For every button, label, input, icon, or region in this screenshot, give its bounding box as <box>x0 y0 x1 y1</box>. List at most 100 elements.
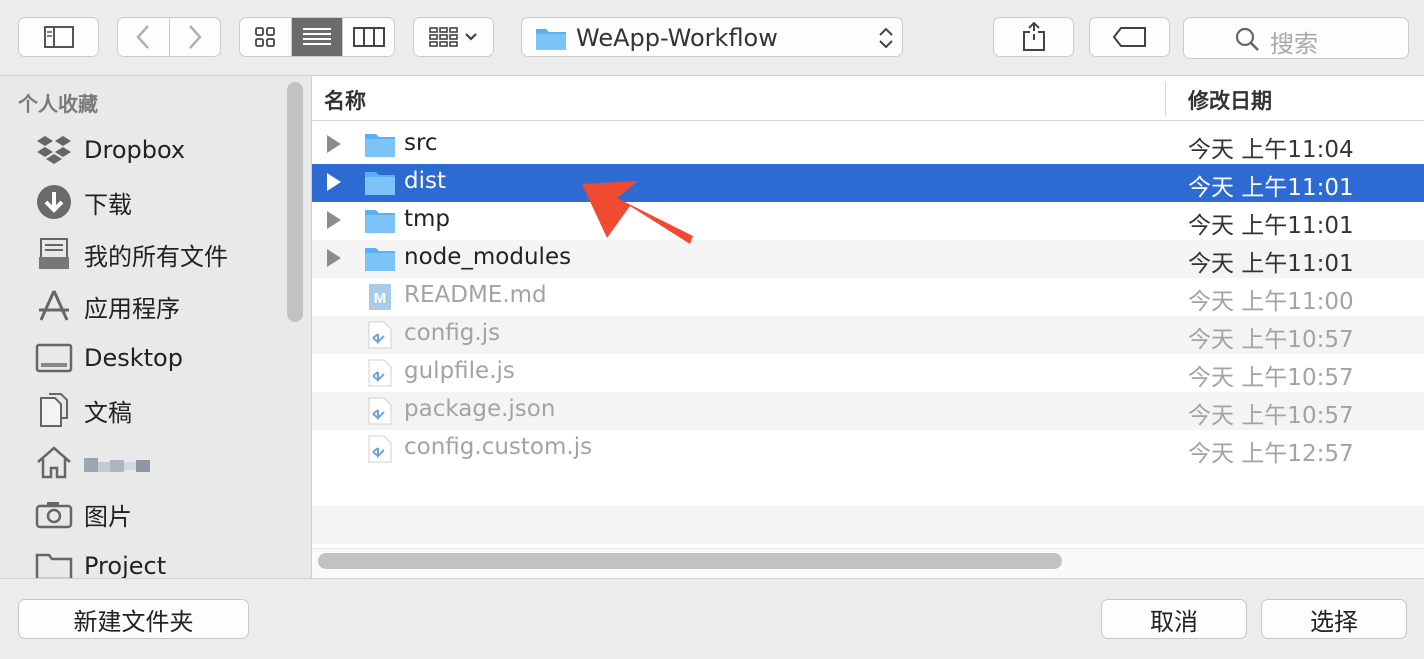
updown-chevron-icon <box>879 27 893 49</box>
forward-button[interactable] <box>170 18 221 56</box>
all-files-icon <box>34 234 74 274</box>
file-list: 名称 修改日期 src 今天 上午11:04 dist 今天 上午11:01 t… <box>312 76 1424 578</box>
download-icon <box>34 182 74 222</box>
view-mode-control <box>239 17 395 57</box>
file-name: src <box>404 130 438 156</box>
sidebar-item-applications[interactable]: 应用程序 <box>34 284 284 328</box>
column-view-button[interactable] <box>343 18 394 56</box>
home-icon <box>34 442 74 482</box>
column-header-name[interactable]: 名称 <box>324 85 366 115</box>
file-row-selected[interactable]: dist 今天 上午11:01 <box>312 164 1424 202</box>
file-name: README.md <box>404 282 547 308</box>
sidebar-item-label: 我的所有文件 <box>84 242 228 271</box>
file-date: 今天 上午11:00 <box>1188 289 1354 315</box>
camera-icon <box>34 494 74 534</box>
arrange-button[interactable] <box>413 17 494 57</box>
search-field[interactable]: 搜索 <box>1183 17 1409 59</box>
file-name: node_modules <box>404 244 572 270</box>
new-folder-button[interactable]: 新建文件夹 <box>18 599 249 639</box>
grid-icon <box>255 27 276 47</box>
toolbar: WeApp-Workflow 搜索 <box>0 0 1424 76</box>
horizontal-scrollbar[interactable] <box>318 553 1062 569</box>
folder-icon <box>34 546 74 578</box>
vscode-file-icon <box>368 359 392 387</box>
vscode-file-icon <box>368 435 392 463</box>
column-header: 名称 修改日期 <box>312 76 1424 121</box>
folder-icon <box>365 210 395 233</box>
sidebar-toggle-button[interactable] <box>18 17 99 57</box>
icon-view-button[interactable] <box>240 18 292 56</box>
cancel-button[interactable]: 取消 <box>1101 599 1247 639</box>
path-selector[interactable]: WeApp-Workflow <box>521 17 903 57</box>
file-name: config.js <box>404 320 501 346</box>
sidebar-item-documents[interactable]: 文稿 <box>34 388 284 432</box>
back-button[interactable] <box>118 18 170 56</box>
disclosure-triangle-icon[interactable] <box>327 173 341 191</box>
sidebar-icon <box>43 26 74 48</box>
sidebar-item-all-files[interactable]: 我的所有文件 <box>34 232 284 276</box>
file-row[interactable]: node_modules 今天 上午11:01 <box>312 240 1424 278</box>
sidebar-item-label: Desktop <box>84 344 183 372</box>
file-row[interactable]: gulpfile.js 今天 上午10:57 <box>312 354 1424 392</box>
sidebar-item-label: 图片 <box>84 502 132 531</box>
column-header-date[interactable]: 修改日期 <box>1188 85 1272 115</box>
sidebar-item-label: Dropbox <box>84 136 186 164</box>
sidebar-section-title: 个人收藏 <box>18 92 98 116</box>
vscode-file-icon <box>368 397 392 425</box>
file-row[interactable]: package.json 今天 上午10:57 <box>312 392 1424 430</box>
disclosure-triangle-icon[interactable] <box>327 211 341 229</box>
file-date: 今天 上午10:57 <box>1188 403 1354 429</box>
sidebar-item-pictures[interactable]: 图片 <box>34 492 284 536</box>
search-icon <box>1235 27 1259 51</box>
tag-button[interactable] <box>1089 17 1170 57</box>
tag-icon <box>1112 27 1146 47</box>
folder-icon <box>365 248 395 271</box>
sidebar-item-home[interactable] <box>34 440 284 484</box>
sidebar-item-label: 文稿 <box>84 398 132 427</box>
sidebar-scrollbar[interactable] <box>287 82 303 322</box>
desktop-icon <box>34 338 74 378</box>
file-row[interactable]: src 今天 上午11:04 <box>312 126 1424 164</box>
sidebar-item-desktop[interactable]: Desktop <box>34 336 284 380</box>
bottom-bar: 新建文件夹 取消 选择 <box>0 578 1424 659</box>
list-view-button[interactable] <box>291 18 344 56</box>
sidebar-item-dropbox[interactable]: Dropbox <box>34 128 284 172</box>
arrange-grid-icon <box>428 27 477 47</box>
folder-icon <box>365 172 395 195</box>
path-folder-name: WeApp-Workflow <box>576 24 778 52</box>
choose-button[interactable]: 选择 <box>1261 599 1407 639</box>
nav-back-forward <box>117 17 221 57</box>
sidebar-item-project[interactable]: Project <box>34 544 284 578</box>
file-date: 今天 上午10:57 <box>1188 365 1354 391</box>
file-row[interactable]: config.custom.js 今天 上午12:57 <box>312 430 1424 468</box>
file-date: 今天 上午10:57 <box>1188 327 1354 353</box>
file-name: package.json <box>404 396 556 422</box>
disclosure-triangle-icon[interactable] <box>327 135 341 153</box>
search-placeholder: 搜索 <box>1270 30 1318 58</box>
file-row[interactable]: config.js 今天 上午10:57 <box>312 316 1424 354</box>
applications-icon <box>34 286 74 326</box>
dropbox-icon <box>34 130 74 170</box>
disclosure-triangle-icon[interactable] <box>327 249 341 267</box>
file-row[interactable]: M README.md 今天 上午11:00 <box>312 278 1424 316</box>
markdown-file-icon: M <box>369 284 391 310</box>
sidebar-item-downloads[interactable]: 下载 <box>34 180 284 224</box>
file-date: 今天 上午11:04 <box>1188 137 1354 163</box>
list-icon <box>303 28 331 45</box>
folder-icon <box>365 134 395 157</box>
column-divider[interactable] <box>1165 82 1166 116</box>
folder-icon <box>536 29 566 50</box>
chevron-left-icon <box>136 25 150 49</box>
file-date: 今天 上午11:01 <box>1188 213 1354 239</box>
file-row[interactable]: tmp 今天 上午11:01 <box>312 202 1424 240</box>
svg-text:M: M <box>374 290 387 307</box>
empty-row <box>312 506 1424 544</box>
file-date: 今天 上午11:01 <box>1188 251 1354 277</box>
vscode-file-icon <box>368 321 392 349</box>
file-name: config.custom.js <box>404 434 593 460</box>
chevron-right-icon <box>188 25 202 49</box>
sidebar-item-blurred-label <box>84 452 150 472</box>
file-date: 今天 上午12:57 <box>1188 441 1354 467</box>
share-icon <box>1022 22 1045 51</box>
share-button[interactable] <box>993 17 1074 57</box>
